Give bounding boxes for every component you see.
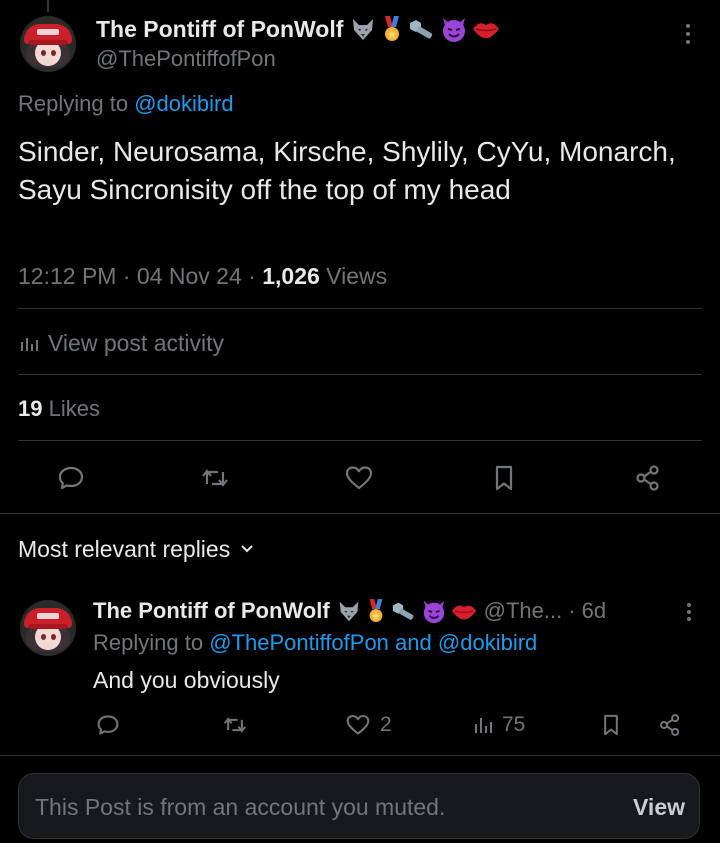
nut-bolt-emoji (392, 602, 414, 620)
lips-emoji (451, 605, 476, 620)
reply-display-name[interactable]: The Pontiff of PonWolf (93, 598, 330, 624)
reply-views-button[interactable]: 75 (472, 711, 525, 739)
reply-repost-button[interactable] (220, 711, 250, 739)
replying-to-line: Replying to @dokibird (18, 91, 234, 117)
sort-label: Most relevant replies (18, 535, 231, 562)
reply-bookmark-button[interactable] (598, 711, 624, 739)
nut-bolt-emoji (410, 20, 433, 39)
views-label: Views (326, 263, 388, 289)
avatar[interactable] (20, 16, 76, 72)
reply-icon (97, 715, 119, 735)
bookmark-button[interactable] (487, 461, 521, 495)
reply-separator: · (568, 598, 576, 623)
reply-button[interactable] (54, 461, 88, 495)
reply-replying-to-label: Replying to (93, 630, 204, 655)
heart-icon (345, 466, 373, 490)
likes-stat[interactable]: 19 Likes (18, 396, 100, 422)
smiling-devil-emoji (443, 18, 466, 42)
reply-mention-1[interactable]: @ThePontiffofPon (209, 630, 389, 655)
wolf-emoji (353, 19, 374, 40)
post-time: 12:12 PM (18, 263, 117, 289)
divider (18, 440, 702, 441)
reply-reply-button[interactable] (94, 711, 122, 739)
author-name-row[interactable]: The Pontiff of PonWolf (96, 14, 501, 44)
reply-replying-to-line: Replying to @ThePontiffofPon and @dokibi… (93, 630, 537, 656)
meta-separator: · (248, 263, 256, 289)
muted-post-notice: This Post is from an account you muted. … (18, 773, 700, 839)
more-options-icon[interactable] (684, 22, 692, 46)
views-count: 1,026 (262, 263, 320, 289)
post-date: 04 Nov 24 (136, 263, 242, 289)
display-name[interactable]: The Pontiff of PonWolf (96, 16, 343, 43)
share-button[interactable] (631, 461, 665, 495)
repost-button[interactable] (198, 461, 232, 495)
author-handle[interactable]: @ThePontiffofPon (96, 46, 276, 72)
view-muted-post-button[interactable]: View (633, 794, 685, 821)
name-emojis (349, 15, 501, 43)
reply-view-count: 75 (502, 713, 526, 736)
wolf-emoji (339, 601, 358, 622)
reply-like-count: 2 (380, 713, 392, 736)
muted-post-message: This Post is from an account you muted. (35, 794, 446, 820)
like-button[interactable] (342, 461, 376, 495)
repost-icon (202, 469, 228, 487)
reply-age: 6d (581, 598, 607, 623)
heart-icon (346, 714, 370, 735)
reply-more-options-icon[interactable] (685, 601, 693, 623)
reply-handle[interactable]: @The... (484, 598, 563, 624)
replying-to-mention[interactable]: @dokibird (134, 91, 233, 116)
replying-to-label: Replying to (18, 91, 129, 116)
reply-icon (58, 466, 84, 490)
medal-emoji (385, 16, 400, 41)
share-icon (636, 465, 659, 491)
likes-label: Likes (48, 396, 100, 421)
view-post-activity-label: View post activity (48, 329, 224, 356)
divider (18, 308, 702, 309)
reply-avatar[interactable] (20, 600, 76, 656)
meta-separator: · (122, 263, 131, 289)
sort-replies-dropdown[interactable]: Most relevant replies (18, 534, 256, 564)
reply-share-button[interactable] (656, 711, 684, 739)
repost-icon (223, 717, 247, 733)
chevron-down-icon (241, 545, 253, 553)
share-icon (659, 714, 680, 736)
section-divider (0, 755, 720, 756)
reply-and-label: and (395, 630, 432, 655)
analytics-icon (475, 718, 492, 733)
divider (18, 374, 702, 375)
reply-name-emojis (336, 598, 478, 624)
reply-author-row[interactable]: The Pontiff of PonWolf @The... · 6d (93, 596, 606, 626)
lips-emoji (473, 23, 500, 39)
post-text: Sinder, Neurosama, Kirsche, Shylily, CyY… (18, 136, 676, 205)
reply-mention-2[interactable]: @dokibird (438, 630, 537, 655)
bookmark-icon (604, 714, 618, 736)
post-meta: 12:12 PM · 04 Nov 24 · 1,026 Views (18, 263, 387, 290)
view-post-activity-button[interactable]: View post activity (18, 328, 224, 358)
analytics-icon (21, 338, 38, 351)
section-divider (0, 513, 720, 514)
smiling-devil-emoji (423, 600, 444, 624)
reply-text: And you obviously (93, 667, 280, 693)
medal-emoji (369, 599, 383, 622)
likes-count: 19 (18, 396, 43, 421)
reply-like-button[interactable]: 2 (345, 711, 392, 739)
bookmark-icon (495, 465, 513, 491)
thread-connector-line (47, 0, 49, 12)
